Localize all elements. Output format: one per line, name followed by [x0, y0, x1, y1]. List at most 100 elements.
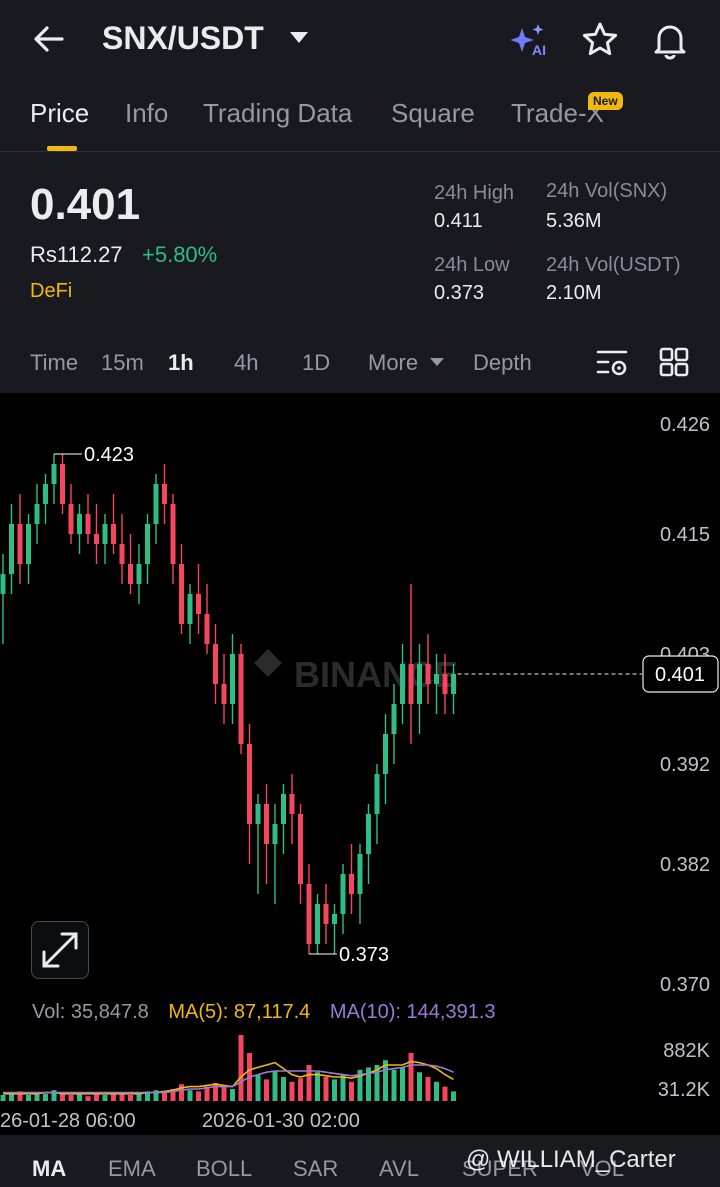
category-tag[interactable]: DeFi: [30, 280, 72, 303]
indicator-ema[interactable]: EMA: [108, 1156, 156, 1182]
svg-text:BINANCE: BINANCE: [294, 654, 458, 695]
timeframe-more[interactable]: More: [368, 350, 418, 376]
vol-base-label: 24h Vol(SNX): [546, 180, 668, 202]
more-caret-icon[interactable]: [430, 358, 444, 366]
candle-body: [145, 524, 150, 564]
candle-body: [136, 564, 142, 584]
chart-settings-icon[interactable]: [594, 346, 630, 380]
volume-bar: [0, 1095, 6, 1101]
candle-body: [153, 484, 159, 524]
volume-bar: [298, 1078, 303, 1101]
back-arrow-icon[interactable]: [28, 18, 70, 60]
star-icon[interactable]: [580, 20, 620, 60]
volume-bar: [221, 1085, 227, 1101]
candle-body: [298, 814, 303, 884]
low-label: 24h Low: [434, 254, 510, 276]
timeframe-1d[interactable]: 1D: [302, 350, 330, 376]
volume-bars: 882K 31.2K: [0, 1035, 711, 1101]
volume-bar: [417, 1072, 422, 1101]
fullscreen-button[interactable]: [31, 921, 89, 979]
timeframe-1h[interactable]: 1h: [168, 350, 194, 376]
volume-info: Vol: 35,847.8 MA(5): 87,117.4 MA(10): 14…: [32, 1001, 496, 1024]
low-marker-label: 0.373: [339, 944, 389, 966]
candles: [0, 454, 456, 954]
candle-body: [374, 774, 380, 814]
vol-quote-label: 24h Vol(USDT): [546, 254, 681, 276]
candle-body: [400, 664, 405, 704]
candle-body: [247, 744, 252, 824]
candle-body: [272, 824, 278, 844]
candle-body: [162, 484, 167, 504]
indicator-sar[interactable]: SAR: [293, 1156, 338, 1182]
candle-body: [111, 524, 116, 544]
indicator-ma[interactable]: MA: [32, 1156, 66, 1182]
tab-square[interactable]: Square: [391, 98, 475, 129]
volume-bar: [77, 1093, 82, 1101]
candle-body: [68, 504, 74, 534]
volume-bar: [434, 1081, 439, 1101]
tab-info[interactable]: Info: [125, 98, 168, 129]
ma5-value: MA(5): 87,117.4: [168, 1001, 311, 1023]
current-price-line: 0.401: [457, 655, 719, 693]
candle-body: [264, 804, 269, 844]
divider: [0, 151, 720, 152]
volume-bar: [68, 1095, 74, 1101]
indicator-boll[interactable]: BOLL: [196, 1156, 252, 1182]
candle-body: [213, 644, 218, 684]
volume-bar: [9, 1093, 14, 1101]
volume-bar: [128, 1095, 133, 1101]
candle-body: [442, 674, 448, 694]
volume-bar: [289, 1081, 295, 1101]
volume-bar: [264, 1079, 269, 1101]
high-low-markers: 0.423 0.373: [54, 444, 389, 966]
low-value: 0.373: [434, 282, 485, 304]
candle-body: [34, 504, 40, 524]
new-badge: New: [588, 92, 623, 110]
vol-base-value: 5.36M: [546, 210, 602, 232]
candle-body: [170, 504, 176, 564]
chevron-down-icon[interactable]: [290, 32, 308, 43]
timeframe-depth[interactable]: Depth: [473, 350, 532, 376]
price-tick-label: 0.392: [660, 754, 710, 776]
candle-body: [417, 664, 422, 704]
candle-body: [51, 464, 57, 484]
volume-bar: [425, 1077, 431, 1101]
svg-text:AI: AI: [532, 42, 546, 58]
candle-body: [238, 654, 244, 744]
indicator-avl[interactable]: AVL: [379, 1156, 419, 1182]
bell-icon[interactable]: [650, 20, 690, 60]
timeframe-4h[interactable]: 4h: [234, 350, 258, 376]
candle-body: [85, 514, 91, 534]
layout-grid-icon[interactable]: [658, 346, 690, 378]
volume-bar: [179, 1084, 184, 1101]
tab-price[interactable]: Price: [30, 98, 89, 129]
candle-body: [340, 874, 346, 914]
volume-bar: [349, 1081, 354, 1101]
volume-bar: [213, 1083, 218, 1101]
price-tick-label: 0.370: [660, 974, 710, 996]
time-tick-label: 2026-01-30 02:00: [202, 1110, 360, 1132]
candle-body: [128, 564, 133, 584]
candle-body: [408, 664, 414, 704]
volume-bar: [196, 1091, 201, 1101]
candle-body: [77, 514, 82, 534]
tab-trading-data[interactable]: Trading Data: [203, 98, 352, 129]
price-tick-label: 0.415: [660, 524, 710, 546]
candle-body: [221, 684, 227, 704]
timeframe-15m[interactable]: 15m: [101, 350, 144, 376]
ma10-value: MA(10): 144,391.3: [329, 1001, 496, 1023]
current-price-label: 0.401: [655, 664, 705, 686]
timeframe-time[interactable]: Time: [30, 350, 78, 376]
candle-body: [349, 874, 354, 894]
candle-body: [196, 594, 201, 614]
volume-bar: [281, 1077, 286, 1101]
candle-body: [17, 524, 23, 564]
vol-quote-value: 2.10M: [546, 282, 602, 304]
volume-bar: [43, 1093, 48, 1101]
volume-bar: [255, 1074, 261, 1101]
volume-bar: [26, 1095, 31, 1101]
candle-body: [357, 854, 363, 894]
pair-selector[interactable]: SNX/USDT: [102, 20, 264, 57]
volume-bar: [400, 1067, 405, 1101]
ai-sparkle-icon[interactable]: AI: [508, 22, 552, 58]
